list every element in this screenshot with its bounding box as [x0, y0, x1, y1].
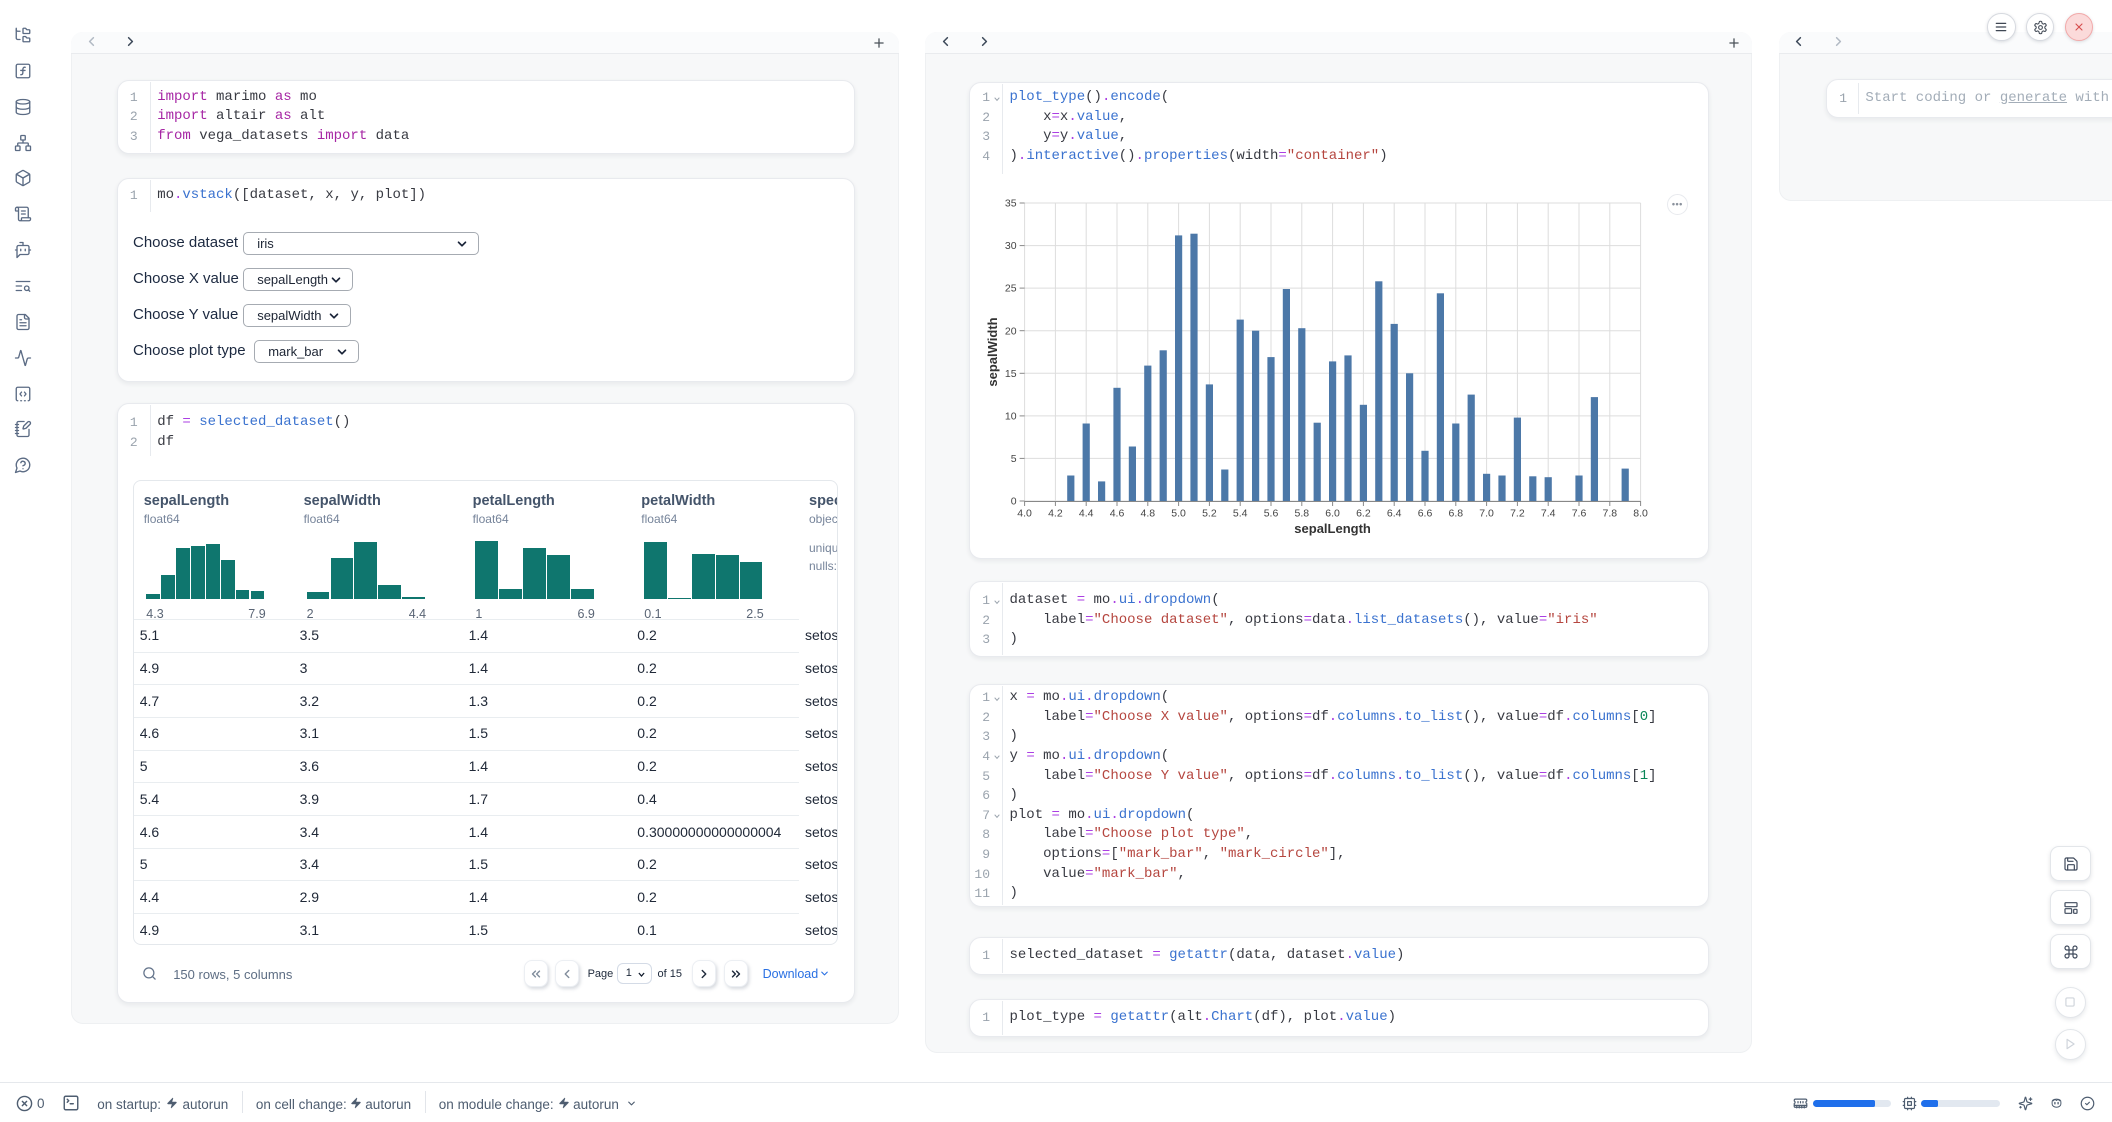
svg-text:7.8: 7.8 [1602, 508, 1617, 520]
svg-text:30: 30 [1005, 240, 1017, 252]
svg-text:4.2: 4.2 [1048, 508, 1063, 520]
svg-text:8.0: 8.0 [1633, 508, 1648, 520]
svg-text:6.0: 6.0 [1325, 508, 1340, 520]
svg-text:4.0: 4.0 [1017, 508, 1032, 520]
svg-text:5.4: 5.4 [1233, 508, 1248, 520]
svg-text:6.8: 6.8 [1448, 508, 1463, 520]
svg-text:6.2: 6.2 [1356, 508, 1371, 520]
svg-text:5.0: 5.0 [1171, 508, 1186, 520]
svg-text:sepalLength: sepalLength [1294, 521, 1371, 536]
svg-text:5.6: 5.6 [1264, 508, 1279, 520]
svg-text:15: 15 [1005, 368, 1017, 380]
svg-text:10: 10 [1005, 411, 1017, 423]
svg-text:4.4: 4.4 [1079, 508, 1094, 520]
svg-text:7.2: 7.2 [1510, 508, 1525, 520]
svg-text:7.4: 7.4 [1541, 508, 1556, 520]
svg-text:6.4: 6.4 [1387, 508, 1402, 520]
svg-text:5.2: 5.2 [1202, 508, 1217, 520]
svg-text:20: 20 [1005, 325, 1017, 337]
svg-text:7.0: 7.0 [1479, 508, 1494, 520]
svg-text:sepalWidth: sepalWidth [985, 317, 1000, 386]
svg-text:5: 5 [1011, 453, 1017, 465]
svg-text:6.6: 6.6 [1418, 508, 1433, 520]
svg-text:5.8: 5.8 [1294, 508, 1309, 520]
svg-text:7.6: 7.6 [1572, 508, 1587, 520]
svg-text:4.6: 4.6 [1110, 508, 1125, 520]
svg-text:35: 35 [1005, 198, 1017, 210]
svg-text:4.8: 4.8 [1140, 508, 1155, 520]
svg-text:0: 0 [1011, 496, 1017, 508]
svg-text:25: 25 [1005, 283, 1017, 295]
